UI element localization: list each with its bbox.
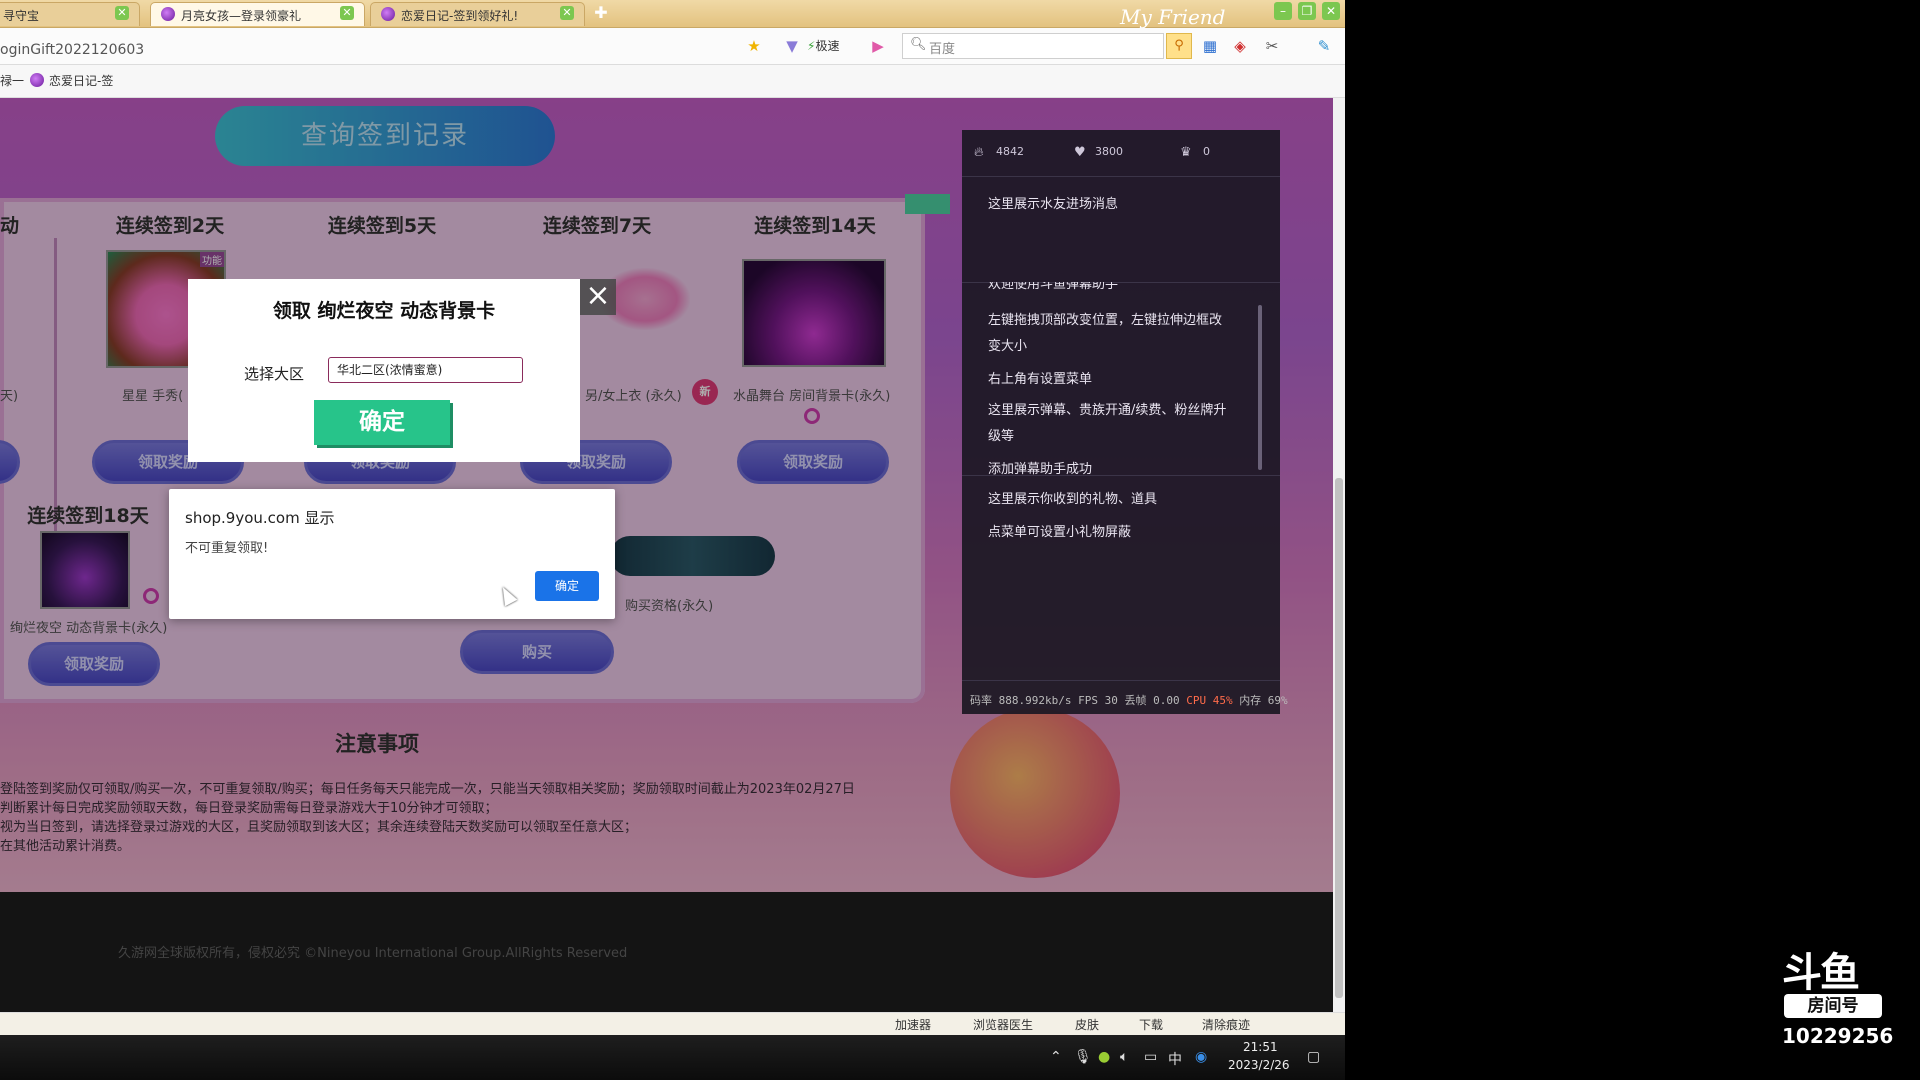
scissors-icon[interactable]: ✂ bbox=[1262, 36, 1282, 56]
clock-time[interactable]: 21:51 bbox=[1243, 1040, 1278, 1054]
speed-label: 极速 bbox=[815, 39, 840, 53]
page-scrollbar[interactable] bbox=[1333, 98, 1345, 1012]
download-item[interactable]: 下载 bbox=[1139, 1016, 1163, 1033]
alert-title: shop.9you.com 显示 bbox=[185, 509, 335, 527]
heart-icon: ♥ bbox=[1074, 145, 1086, 160]
tray-arrow-icon[interactable]: ⌃ bbox=[1050, 1049, 1062, 1065]
overlay-performance: 码率 888.992kb/s FPS 30 丢帧 0.00 CPU 45% 内存… bbox=[962, 680, 1288, 715]
dropdown-icon[interactable]: ▼ bbox=[782, 36, 802, 56]
browser-window: 寻守宝 ✕ 月亮女孩—登录领豪礼 ✕ 恋爱日记-签到领好礼! ✕ ✚ My Fr… bbox=[0, 0, 1345, 1080]
ime-indicator[interactable]: 中 bbox=[1168, 1049, 1182, 1069]
room-id: 10229256 bbox=[1782, 1024, 1894, 1048]
overlay-scrollbar[interactable] bbox=[1258, 305, 1262, 470]
search-icon: 🔍︎ bbox=[910, 37, 927, 52]
game-controller-icon[interactable]: ◈ bbox=[1230, 36, 1250, 56]
overlay-message: 右上角有设置菜单 bbox=[988, 372, 1093, 387]
server-label: 选择大区 bbox=[244, 365, 305, 383]
close-tab-icon[interactable]: ✕ bbox=[560, 6, 574, 20]
douyu-watermark: 斗鱼 房间号 10229256 bbox=[1780, 940, 1894, 1050]
bookmark-favicon-icon bbox=[30, 73, 44, 87]
skin-item[interactable]: 皮肤 bbox=[1075, 1016, 1099, 1033]
tray-app-icon[interactable]: ● bbox=[1098, 1049, 1110, 1065]
overlay-message: 这里展示弹幕、贵族开通/续费、粉丝牌升 bbox=[988, 403, 1227, 418]
overlay-message: 变大小 bbox=[988, 339, 1028, 354]
bookmarks-bar: 禄一 恋爱日记-签 bbox=[0, 65, 1345, 98]
danmaku-assistant-overlay[interactable]: 🔥︎ 4842 ♥ 3800 ♛ 0 这里展示水友进场消息 欢迎使用斗鱼弹幕助手… bbox=[962, 130, 1288, 715]
tab-love-diary[interactable]: 恋爱日记-签到领好礼! ✕ bbox=[370, 2, 585, 26]
overlay-divider bbox=[962, 475, 1280, 476]
alert-ok-button[interactable]: 确定 bbox=[535, 571, 599, 601]
tab-moon-girl[interactable]: 月亮女孩—登录领豪礼 ✕ bbox=[150, 2, 365, 26]
server-select[interactable]: 华北二区(浓情蜜意) bbox=[328, 357, 523, 383]
address-bar: oginGift2022120603 ★ ▼ ⚡极速 ▶ 🔍︎ 百度 ⚲ ▦ ◈… bbox=[0, 28, 1345, 65]
search-button[interactable]: ⚲ bbox=[1166, 33, 1192, 59]
clock-date[interactable]: 2023/2/26 bbox=[1228, 1058, 1290, 1072]
url-field[interactable]: oginGift2022120603 bbox=[0, 33, 800, 59]
close-icon: × bbox=[585, 278, 611, 313]
overlay-message: 左键拖拽顶部改变位置，左键拉伸边框改 bbox=[988, 313, 1223, 328]
scrollbar-thumb[interactable] bbox=[1335, 478, 1343, 998]
maximize-button[interactable]: ❐ bbox=[1298, 2, 1316, 20]
alert-message: 不可重复领取! bbox=[185, 541, 269, 556]
close-dialog-button[interactable]: × bbox=[580, 279, 616, 315]
tabbar-decoration: My Friend bbox=[1120, 5, 1226, 29]
url-text: oginGift2022120603 bbox=[0, 42, 145, 58]
microphone-icon[interactable]: 🎙︎ bbox=[1074, 1049, 1092, 1065]
apps-grid-icon[interactable]: ▦ bbox=[1200, 36, 1220, 56]
performance-text: 码率 888.992kb/s FPS 30 丢帧 0.00 CPU 45% 内存… bbox=[970, 694, 1288, 707]
page-footer: 久游网全球版权所有，侵权必究 ©Nineyou International Gr… bbox=[0, 892, 1333, 1012]
heart-count: 3800 bbox=[1095, 145, 1123, 158]
tools-icon[interactable]: ✎ bbox=[1314, 36, 1334, 56]
bookmark-item[interactable]: 恋爱日记-签 bbox=[49, 72, 113, 89]
browser-alert-dialog: shop.9you.com 显示 不可重复领取! 确定 bbox=[169, 489, 615, 619]
tab-label: 寻守宝 bbox=[3, 9, 40, 23]
minimize-button[interactable]: – bbox=[1274, 2, 1292, 20]
tab-label: 恋爱日记-签到领好礼! bbox=[401, 9, 519, 23]
fire-icon: 🔥︎ bbox=[974, 145, 984, 160]
overlay-stats: 🔥︎ 4842 ♥ 3800 ♛ 0 bbox=[962, 130, 1280, 177]
room-number-label: 房间号 bbox=[1784, 994, 1882, 1018]
browser-doctor-item[interactable]: 浏览器医生 bbox=[973, 1016, 1033, 1033]
star-bookmark-icon[interactable]: ★ bbox=[744, 36, 764, 56]
speed-mode-button[interactable]: ⚡极速 bbox=[807, 35, 859, 57]
network-icon[interactable]: ▭ bbox=[1144, 1049, 1157, 1065]
douyu-logo: 斗鱼 bbox=[1782, 950, 1860, 996]
overlay-message: 这里展示你收到的礼物、道具 bbox=[988, 492, 1158, 507]
crown-icon: ♛ bbox=[1180, 145, 1192, 160]
overlay-message: 点菜单可设置小礼物屏蔽 bbox=[988, 525, 1132, 540]
site-favicon-icon bbox=[161, 7, 175, 21]
copyright-text: 久游网全球版权所有，侵权必究 ©Nineyou International Gr… bbox=[118, 946, 628, 961]
tab-label: 月亮女孩—登录领豪礼 bbox=[181, 9, 302, 23]
clear-traces-item[interactable]: 清除痕迹 bbox=[1202, 1016, 1250, 1033]
overlay-message: 这里展示水友进场消息 bbox=[988, 197, 1119, 212]
close-tab-icon[interactable]: ✕ bbox=[115, 6, 129, 20]
taskbar: ⌃ 🎙︎ ● 🔈︎ ▭ 中 ◉ 21:51 2023/2/26 ▢ bbox=[0, 1035, 1345, 1080]
overlay-message: 级等 bbox=[988, 429, 1015, 444]
tab-xunshoubao[interactable]: 寻守宝 ✕ bbox=[0, 2, 140, 26]
tab-bar: 寻守宝 ✕ 月亮女孩—登录领豪礼 ✕ 恋爱日记-签到领好礼! ✕ ✚ My Fr… bbox=[0, 0, 1345, 29]
crown-count: 0 bbox=[1203, 145, 1210, 158]
search-placeholder: 百度 bbox=[929, 42, 956, 57]
fire-count: 4842 bbox=[996, 145, 1024, 158]
search-input[interactable]: 🔍︎ 百度 bbox=[902, 33, 1164, 59]
overlay-message: 欢迎使用斗鱼弹幕助手 bbox=[988, 282, 1119, 290]
bookmark-item[interactable]: 禄一 bbox=[0, 72, 24, 89]
confirm-button[interactable]: 确定 bbox=[314, 400, 450, 445]
play-icon[interactable]: ▶ bbox=[868, 36, 888, 56]
site-favicon-icon bbox=[381, 7, 395, 21]
dialog-title: 领取 绚烂夜空 动态背景卡 bbox=[272, 300, 496, 322]
new-tab-button[interactable]: ✚ bbox=[592, 4, 610, 22]
qq-icon[interactable]: ◉ bbox=[1195, 1049, 1207, 1065]
browser-status-bar: 加速器 浏览器医生 皮肤 下载 清除痕迹 bbox=[0, 1012, 1345, 1035]
close-tab-icon[interactable]: ✕ bbox=[340, 6, 354, 20]
claim-reward-dialog: 领取 绚烂夜空 动态背景卡 选择大区 华北二区(浓情蜜意) 确定 bbox=[188, 279, 580, 462]
close-window-button[interactable]: ✕ bbox=[1322, 2, 1340, 20]
accelerator-item[interactable]: 加速器 bbox=[895, 1016, 931, 1033]
notification-icon[interactable]: ▢ bbox=[1307, 1049, 1320, 1065]
volume-icon[interactable]: 🔈︎ bbox=[1120, 1049, 1128, 1065]
